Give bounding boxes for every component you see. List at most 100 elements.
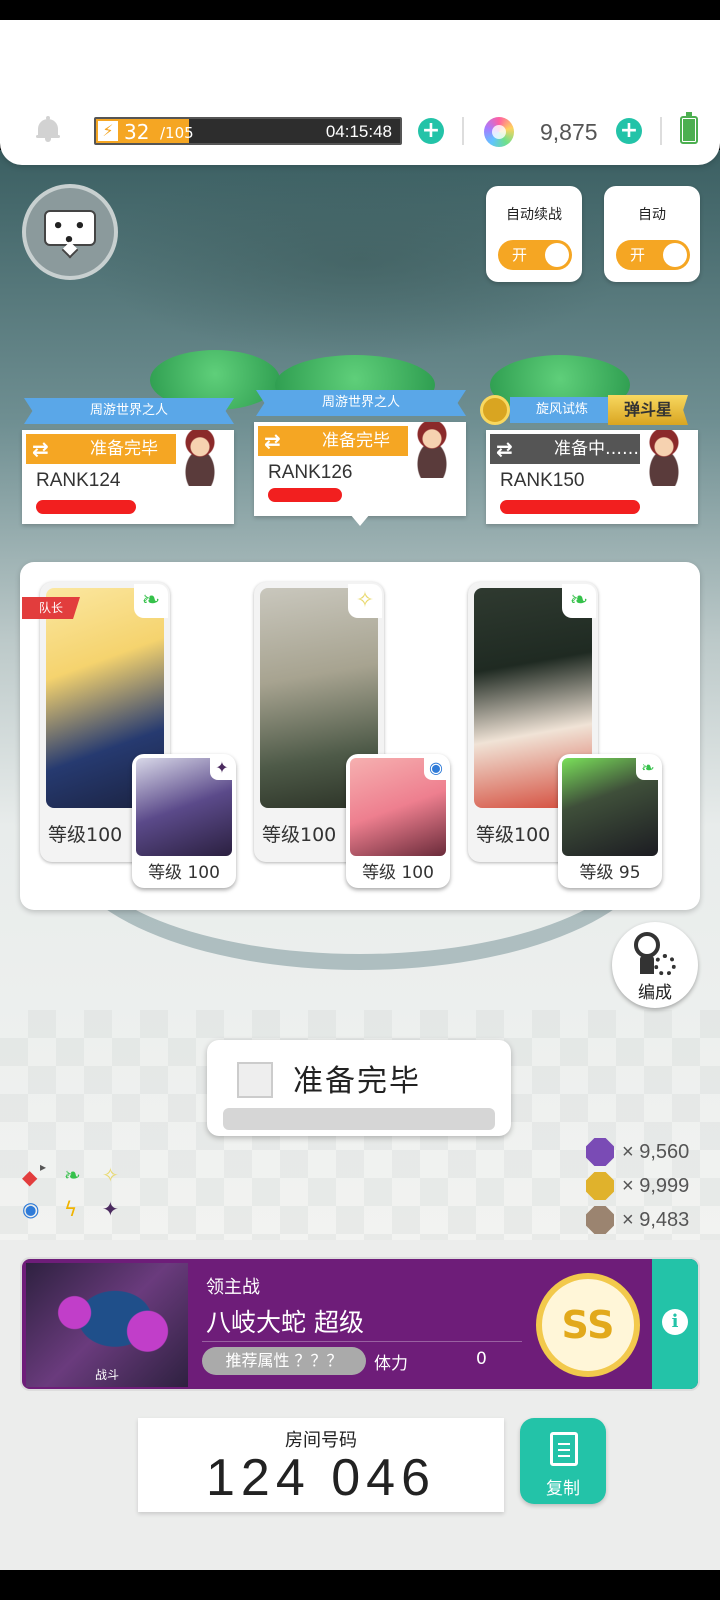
stamina-timer: 04:15:48 xyxy=(325,122,392,141)
info-icon: i xyxy=(662,1309,688,1335)
swap-icon: ⇄ xyxy=(496,437,513,461)
sub-hero-level: 等级 95 xyxy=(579,863,641,883)
water-element-icon: ◉ xyxy=(424,756,448,780)
room-code: 124 046 xyxy=(206,1449,436,1507)
chat-bubble-icon: • • • xyxy=(44,210,96,250)
auto-continue-switch[interactable]: 开 xyxy=(498,240,572,270)
sub-hero-card-1[interactable]: ✦ 等级 100 xyxy=(132,754,236,888)
sub-hero-card-2[interactable]: ◉ 等级 100 xyxy=(346,754,450,888)
redacted-name xyxy=(36,500,136,514)
player-avatar xyxy=(172,430,228,486)
swap-icon: ⇄ xyxy=(264,429,281,453)
auto-label: 自动 xyxy=(638,207,666,223)
switch-state: 开 xyxy=(630,246,646,264)
stamina-bar: ⚡ 32 /105 04:15:48 xyxy=(94,117,402,145)
wood-element-icon: ❧ xyxy=(636,756,660,780)
team-panel: ❧ 等级100 ✦ 等级 100 ✧ 等级100 ◉ 等级 100 ❧ 等级10… xyxy=(20,562,700,910)
purple-medal-icon xyxy=(586,1138,614,1166)
auto-switch[interactable]: 开 xyxy=(616,240,690,270)
add-stamina-button[interactable]: + xyxy=(418,118,444,144)
divider xyxy=(660,117,662,145)
ready-checkbox[interactable] xyxy=(237,1062,273,1098)
gear-icon xyxy=(654,954,676,976)
player-rank: RANK150 xyxy=(500,470,585,491)
switch-state: 开 xyxy=(512,246,528,264)
sub-hero-level: 等级 100 xyxy=(148,863,220,883)
room-code-box: 房间号码 124 046 xyxy=(138,1418,504,1512)
ready-status: 准备完毕 xyxy=(322,431,390,451)
ready-status: 准备中…… xyxy=(554,439,639,459)
stamina-max: /105 xyxy=(160,124,194,142)
light-element-icon: ✧ xyxy=(102,1163,119,1187)
resource-count: × 9,999 xyxy=(622,1175,690,1197)
wood-element-icon: ❧ xyxy=(64,1163,81,1187)
player-slot-2[interactable]: 周游世界之人 ⇄ 准备完毕 RANK126 xyxy=(254,390,466,538)
battery-icon xyxy=(680,112,698,144)
player-avatar xyxy=(404,422,460,478)
ready-progress-track xyxy=(223,1108,495,1130)
resource-row-bronze: × 9,483 xyxy=(586,1204,716,1236)
gem-icon xyxy=(484,117,514,147)
boss-portrait: 战斗 xyxy=(26,1263,188,1387)
resource-count: × 9,560 xyxy=(622,1141,690,1163)
lightning-icon: ⚡ xyxy=(98,121,118,141)
resource-row-gold: × 9,999 xyxy=(586,1170,716,1202)
auto-toggle-card[interactable]: 自动 开 xyxy=(604,186,700,282)
water-element-icon: ◉ xyxy=(22,1197,40,1221)
boss-info-button[interactable]: i xyxy=(652,1259,698,1389)
chat-button[interactable]: • • • xyxy=(22,184,118,280)
boss-banner[interactable]: 战斗 领主战 八岐大蛇 超级 推荐属性 ？？？ 体力 0 SS i xyxy=(20,1257,700,1391)
gold-medal-icon xyxy=(586,1172,614,1200)
element-affinity-chart: ◆ ▸ ❧ ✧ ◉ ϟ ✦ xyxy=(18,1160,128,1230)
person-body xyxy=(640,956,654,974)
player-slot-3[interactable]: ⇄ 准备中…… RANK150 xyxy=(486,398,698,546)
captain-badge: 队长 xyxy=(22,597,80,619)
rank-badge-text: SS xyxy=(561,1303,615,1347)
wood-element-icon: ❧ xyxy=(562,584,596,618)
switch-knob xyxy=(545,243,569,267)
battle-tag: 战斗 xyxy=(94,1368,119,1382)
ready-status-bar: ⇄ 准备完毕 xyxy=(26,434,176,464)
light-element-icon: ✧ xyxy=(348,584,382,618)
gem-count: 9,875 xyxy=(540,119,598,145)
player-card: ⇄ 准备完毕 RANK124 xyxy=(22,430,234,524)
auto-continue-toggle-card[interactable]: 自动续战 开 xyxy=(486,186,582,282)
wood-element-icon: ❧ xyxy=(134,584,168,618)
resource-count: × 9,483 xyxy=(622,1209,690,1231)
player-slot-1[interactable]: 周游世界之人 ⇄ 准备完毕 RANK124 xyxy=(22,398,234,546)
system-status-bar xyxy=(0,0,720,20)
ready-status-bar: ⇄ 准备中…… xyxy=(490,434,640,464)
sub-hero-level: 等级 100 xyxy=(362,863,434,883)
auto-continue-label: 自动续战 xyxy=(506,207,562,223)
redacted-name xyxy=(268,488,342,502)
fire-element-icon: ◆ xyxy=(22,1165,38,1189)
copy-room-code-button[interactable]: 复制 xyxy=(520,1418,606,1504)
ready-status: 准备完毕 xyxy=(90,439,158,459)
formation-button[interactable]: 编成 xyxy=(612,922,698,1008)
divider xyxy=(462,117,464,145)
player-card: ⇄ 准备中…… RANK150 xyxy=(486,430,698,524)
notification-bell-icon[interactable] xyxy=(36,116,60,142)
ready-label: 准备完毕 xyxy=(293,1064,421,1099)
formation-label: 编成 xyxy=(638,983,672,1003)
switch-knob xyxy=(663,243,687,267)
player-avatar xyxy=(636,430,692,486)
current-player-pointer xyxy=(350,514,370,526)
player-rank: RANK124 xyxy=(36,470,121,491)
person-icon xyxy=(634,932,660,958)
ready-status-bar: ⇄ 准备完毕 xyxy=(258,426,408,456)
player-card: ⇄ 准备完毕 RANK126 xyxy=(254,422,466,516)
bronze-medal-icon xyxy=(586,1206,614,1234)
stamina-current: 32 xyxy=(124,120,150,144)
redacted-name xyxy=(500,500,640,514)
sub-hero-card-3[interactable]: ❧ 等级 95 xyxy=(558,754,662,888)
add-gems-button[interactable]: + xyxy=(616,118,642,144)
copy-label: 复制 xyxy=(546,1479,580,1499)
player-title: 周游世界之人 xyxy=(24,398,234,424)
ready-button[interactable]: 准备完毕 xyxy=(207,1040,511,1136)
resource-row-purple: × 9,560 xyxy=(586,1136,716,1168)
player-rank: RANK126 xyxy=(268,462,353,483)
arrow-icon: ▸ xyxy=(40,1160,47,1174)
app-root: ⚡ 32 /105 04:15:48 + 9,875 + • • • 自动续战 … xyxy=(0,0,720,1600)
system-nav-bar xyxy=(0,1570,720,1600)
